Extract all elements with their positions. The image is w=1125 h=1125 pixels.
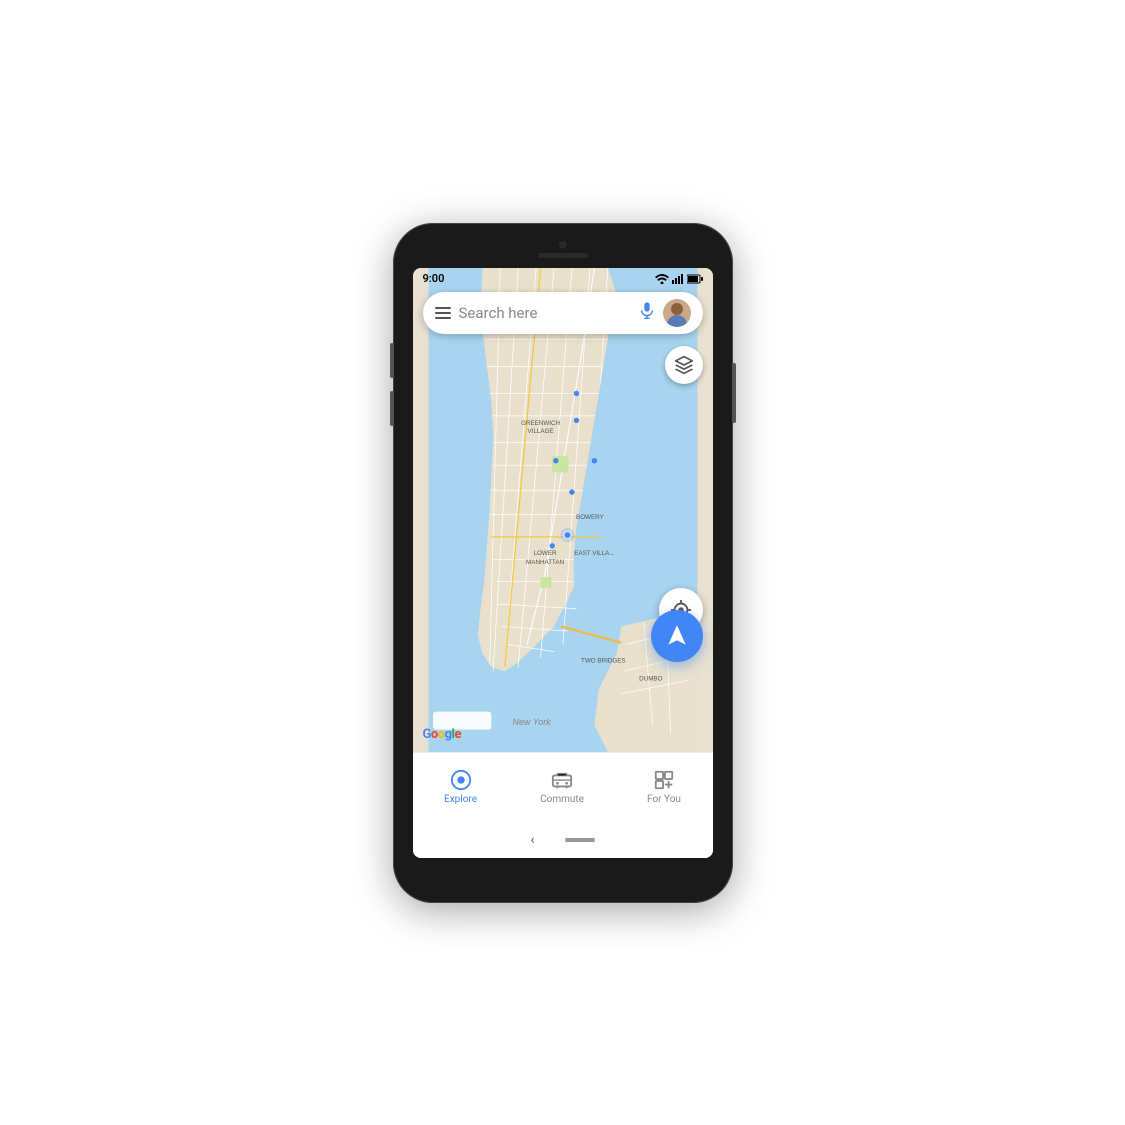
for-you-icon	[653, 769, 675, 791]
logo-o2: o	[438, 727, 445, 742]
signal-icon	[672, 274, 684, 284]
wifi-icon	[655, 274, 669, 284]
search-bar[interactable]: Search here	[423, 292, 703, 334]
svg-text:TWO BRIDGES: TWO BRIDGES	[581, 657, 626, 664]
logo-e: e	[454, 727, 461, 742]
nav-item-commute[interactable]: Commute	[528, 765, 596, 809]
android-nav-bar: ‹	[413, 822, 713, 858]
status-bar: 9:00	[413, 268, 713, 290]
svg-text:MANHATTAN: MANHATTAN	[526, 558, 565, 565]
svg-text:New York: New York	[512, 717, 551, 727]
for-you-label: For You	[647, 794, 681, 805]
svg-text:DUMBO: DUMBO	[639, 675, 662, 682]
svg-text:GREENWICH: GREENWICH	[521, 419, 560, 426]
logo-o1: o	[431, 727, 438, 742]
hamburger-button[interactable]	[435, 307, 451, 319]
navigate-fab-icon	[664, 623, 690, 649]
map-svg: GREENWICH VILLAGE LOWER MANHATTAN BOWERY…	[413, 268, 713, 752]
map-area: 9:00	[413, 268, 713, 752]
search-input[interactable]: Search here	[459, 304, 631, 322]
bottom-nav: Explore Commute	[413, 752, 713, 822]
speaker	[538, 253, 588, 258]
svg-text:LOWER: LOWER	[533, 549, 556, 556]
status-icons	[655, 274, 703, 284]
nav-item-for-you[interactable]: For You	[635, 765, 693, 809]
svg-text:EAST VILLA...: EAST VILLA...	[574, 549, 615, 556]
avatar-head	[671, 303, 683, 315]
svg-text:BOWERY: BOWERY	[576, 513, 605, 520]
phone-screen: 9:00	[413, 268, 713, 858]
top-bezel	[538, 241, 588, 258]
navigate-fab[interactable]	[651, 610, 703, 662]
back-button[interactable]: ‹	[530, 832, 534, 848]
camera	[559, 241, 567, 249]
commute-label: Commute	[540, 794, 584, 805]
battery-icon	[687, 274, 703, 284]
layers-button[interactable]	[665, 346, 703, 384]
phone-device: 9:00	[393, 223, 733, 903]
logo-g2: g	[445, 727, 452, 742]
home-indicator[interactable]	[565, 838, 595, 842]
avatar-figure	[663, 299, 691, 327]
status-time: 9:00	[423, 272, 445, 285]
avatar[interactable]	[663, 299, 691, 327]
nav-item-explore[interactable]: Explore	[432, 765, 489, 809]
logo-g: G	[423, 727, 431, 742]
layers-icon	[674, 355, 694, 375]
svg-text:VILLAGE: VILLAGE	[527, 427, 553, 434]
mic-icon[interactable]	[639, 301, 655, 325]
commute-icon	[551, 769, 573, 791]
explore-icon	[450, 769, 472, 791]
explore-label: Explore	[444, 794, 477, 805]
google-logo: Google	[423, 727, 461, 742]
avatar-body	[667, 315, 687, 327]
